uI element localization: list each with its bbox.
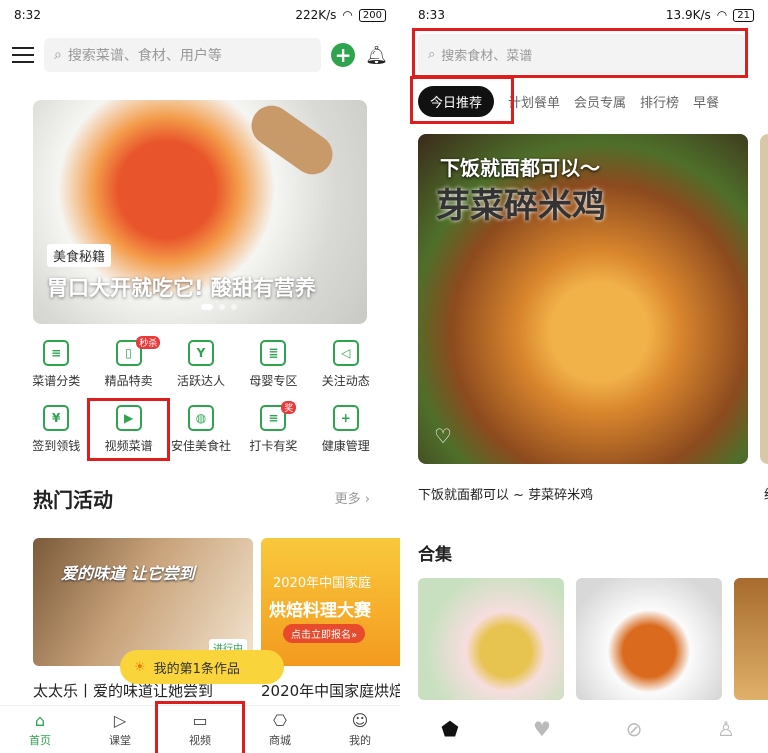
home-icon[interactable]: ⬟ — [404, 717, 496, 741]
next-card-caption: 经 — [764, 484, 768, 503]
search-input[interactable]: ⌕ 搜索食材、菜谱 — [418, 34, 744, 74]
collection-item[interactable] — [734, 578, 768, 700]
nav-home[interactable]: ⌂ 首页 — [0, 706, 80, 753]
grid-item-health[interactable]: + 健康管理 — [310, 403, 382, 456]
search-input[interactable]: ⌕ 搜索菜谱、食材、用户等 — [44, 38, 322, 72]
status-bar: 8:33 13.9K/s ◠ 21 — [404, 0, 768, 30]
card-subtitle: 下饭就面都可以～ — [440, 156, 600, 180]
left-screen: 8:32 222K/s ◠ 200 ⌕ 搜索菜谱、食材、用户等 + 🔔︎ 美食秘籍 … — [0, 0, 400, 753]
status-time: 8:32 — [14, 8, 41, 22]
wifi-icon: ◠ — [716, 8, 728, 22]
grid-item-specials[interactable]: ▯ 秒杀 精品特卖 — [92, 336, 164, 391]
sun-icon: ☀ — [134, 659, 146, 675]
tab-meal-plan[interactable]: 计划餐单 — [508, 86, 560, 117]
nav-video[interactable]: ▭ 视频 — [155, 701, 245, 753]
card-title: 芽菜碎米鸡 — [436, 186, 606, 226]
video-icon: ▶ — [115, 405, 142, 431]
health-icon: + — [332, 405, 359, 431]
network-speed: 222K/s — [295, 8, 337, 22]
menu-icon[interactable] — [12, 47, 34, 63]
home-icon: ⌂ — [34, 710, 46, 730]
grid-item-video-recipes[interactable]: ▶ 视频菜谱 — [87, 398, 170, 461]
badge-flash-sale: 秒杀 — [136, 336, 161, 349]
profile-icon[interactable]: ♙ — [680, 717, 768, 741]
shopping-bag-icon: ⎔ — [273, 710, 287, 730]
nav-classroom[interactable]: ▷ 课堂 — [80, 706, 160, 753]
network-speed: 13.9K/s — [665, 8, 711, 22]
droplet-icon: ◍ — [187, 405, 214, 431]
play-icon: ▷ — [113, 710, 127, 730]
tab-ranking[interactable]: 排行榜 — [640, 86, 679, 117]
list-icon: ≡ — [43, 340, 70, 366]
next-card-peek[interactable] — [760, 134, 768, 464]
grid-item-checkin-reward[interactable]: ≡ 奖打卡有奖 — [237, 401, 309, 456]
search-icon: ⌕ — [54, 47, 62, 63]
search-icon: ⌕ — [428, 46, 436, 62]
search-placeholder: 搜索食材、菜谱 — [441, 48, 533, 64]
battery-icon: 21 — [733, 8, 754, 22]
grid-item-follow-feed[interactable]: ◁ 关注动态 — [310, 338, 382, 391]
status-time: 8:33 — [418, 8, 445, 22]
activity-2-line2: 烘焙料理大赛 — [269, 601, 371, 621]
bottom-nav: ⌂ 首页 ▷ 课堂 ▭ 视频 ⎔ 商城 ☺ 我的 — [0, 701, 400, 753]
card-caption: 下饭就面都可以 ~ 芽菜碎米鸡 — [418, 488, 594, 503]
activity-card-1[interactable]: 爱的味道 让它尝到 进行中 — [33, 538, 253, 666]
grid-item-active-experts[interactable]: Y 活跃达人 — [165, 338, 237, 391]
nav-mall[interactable]: ⎔ 商城 — [240, 706, 320, 753]
banner-tag: 美食秘籍 — [47, 244, 112, 267]
heart-nav-icon[interactable]: ♥ — [496, 717, 588, 741]
add-icon[interactable]: + — [331, 43, 356, 67]
video-camera-icon: ▭ — [192, 710, 208, 730]
trophy-icon: Y — [187, 340, 214, 366]
banner-caption: 胃口大开就吃它! 酸甜有营养 — [47, 276, 316, 300]
carousel-dots — [201, 304, 237, 310]
activity-2-line1: 2020年中国家庭 — [273, 576, 372, 591]
badge-reward: 奖 — [281, 401, 297, 414]
tab-today[interactable]: 今日推荐 — [418, 86, 495, 117]
activity-1-text: 爱的味道 让它尝到 — [61, 564, 195, 583]
signup-button[interactable]: 点击立即报名» — [283, 624, 366, 643]
smile-icon: ☺ — [351, 710, 369, 730]
spoon-image — [243, 100, 341, 183]
status-bar: 8:32 222K/s ◠ 200 — [0, 0, 400, 30]
activity-card-2[interactable]: 2020年中国家庭 烘焙料理大赛 点击立即报名» — [261, 538, 400, 666]
section-title-hot-events: 热门活动 — [33, 488, 113, 512]
recipe-video-card[interactable]: 下饭就面都可以～ 芽菜碎米鸡 ♡ — [418, 134, 748, 464]
tab-breakfast[interactable]: 早餐 — [693, 86, 719, 117]
bottle-icon: ≣ — [260, 340, 287, 366]
activity-2-caption: 2020年中国家庭烘焙料理大赛 — [261, 682, 400, 700]
more-link[interactable]: 更多 › — [335, 488, 370, 507]
banner-carousel[interactable]: 美食秘籍 胃口大开就吃它! 酸甜有营养 — [33, 100, 367, 324]
compass-icon[interactable]: ⊘ — [588, 717, 680, 741]
yen-icon: ¥ — [43, 405, 70, 431]
nav-profile[interactable]: ☺ 我的 — [320, 706, 400, 753]
megaphone-icon: ◁ — [332, 340, 359, 366]
grid-item-checkin-money[interactable]: ¥ 签到领钱 — [20, 403, 92, 456]
right-screen: 8:33 13.9K/s ◠ 21 ⌕ 搜索食材、菜谱 今日推荐 计划餐单 会员专属… — [400, 0, 768, 753]
wifi-icon: ◠ — [342, 8, 353, 22]
grid-item-recipe-category[interactable]: ≡ 菜谱分类 — [20, 338, 92, 391]
grid-item-anchor-food-club[interactable]: ◍ 安佳美食社 — [165, 403, 237, 456]
collection-item[interactable] — [418, 578, 564, 700]
category-tabs: 今日推荐 计划餐单 会员专属 排行榜 早餐 — [418, 86, 719, 117]
quick-menu-grid: ≡ 菜谱分类 ▯ 秒杀 精品特卖 Y 活跃达人 ≣ 母婴专区 ◁ 关注动态 ¥ 签到领钱 ▶ 视… — [20, 336, 382, 461]
heart-icon[interactable]: ♡ — [434, 424, 458, 448]
my-first-work-toast[interactable]: ☀ 我的第1条作品 — [120, 650, 284, 684]
collection-item[interactable] — [576, 578, 722, 700]
search-placeholder: 搜索菜谱、食材、用户等 — [67, 48, 222, 64]
top-bar: ⌕ 搜索菜谱、食材、用户等 + 🔔︎ — [0, 30, 400, 80]
bottom-nav: ⬟ ♥ ⊘ ♙ — [404, 705, 768, 753]
tab-vip[interactable]: 会员专属 — [574, 86, 626, 117]
grid-item-maternal-baby[interactable]: ≣ 母婴专区 — [237, 338, 309, 391]
battery-icon: 200 — [358, 8, 386, 22]
bell-icon[interactable]: 🔔︎ — [365, 45, 388, 66]
collection-title: 合集 — [418, 545, 452, 565]
